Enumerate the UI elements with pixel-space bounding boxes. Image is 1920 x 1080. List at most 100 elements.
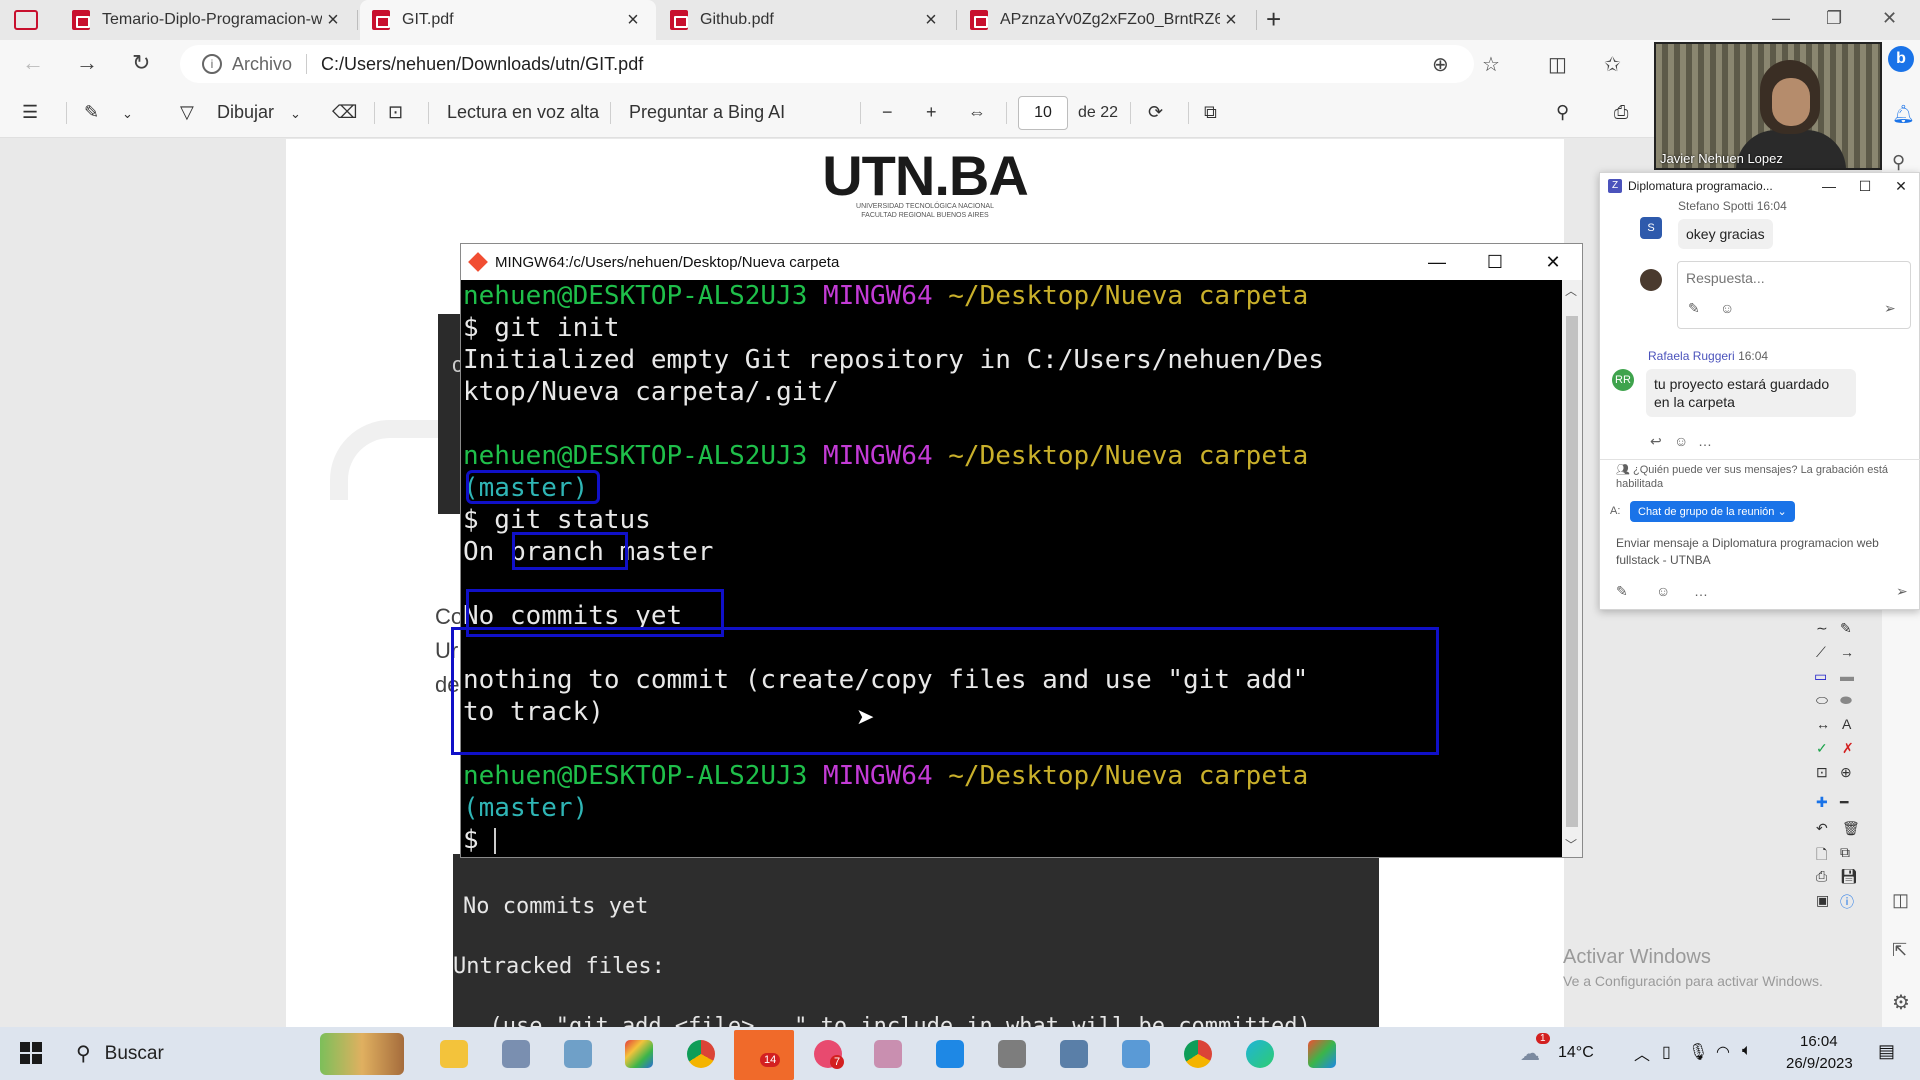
zoom-icon[interactable]: ⊕ bbox=[1432, 52, 1449, 77]
crop-icon[interactable]: ⊡ bbox=[1816, 764, 1828, 781]
check-icon[interactable]: ✓ bbox=[1816, 740, 1828, 757]
wifi-icon[interactable]: ◠ bbox=[1716, 1042, 1730, 1062]
input-line[interactable]: $ bbox=[463, 824, 1562, 856]
rectangle-tool-icon[interactable]: ▭ bbox=[1814, 668, 1827, 685]
chat-titlebar[interactable]: Z Diplomatura programacio... — ☐ ✕ bbox=[1600, 173, 1919, 199]
draw-icon[interactable]: ▽ bbox=[180, 102, 194, 123]
copy-icon[interactable]: ⧉ bbox=[1840, 844, 1850, 861]
search-icon[interactable]: ⚲ bbox=[1892, 152, 1905, 173]
text-box-icon[interactable]: ⊡ bbox=[388, 102, 403, 123]
more-icon[interactable]: … bbox=[1698, 433, 1712, 449]
chrome-icon[interactable] bbox=[687, 1040, 715, 1068]
tab-temario[interactable]: Temario-Diplo-Programacion-we × bbox=[60, 0, 356, 40]
browser-menu-icon[interactable] bbox=[14, 10, 38, 30]
start-button[interactable] bbox=[20, 1042, 42, 1064]
read-aloud-button[interactable]: Lectura en voz alta bbox=[447, 102, 599, 123]
favorites-icon[interactable]: ✩ bbox=[1604, 52, 1621, 77]
undo-icon[interactable]: ↶ bbox=[1816, 820, 1828, 837]
tab-git-pdf[interactable]: GIT.pdf × bbox=[360, 0, 656, 40]
forward-icon[interactable]: → bbox=[76, 50, 98, 76]
minus-icon[interactable]: ━ bbox=[1840, 794, 1848, 811]
file-explorer-icon[interactable] bbox=[440, 1040, 468, 1068]
text-tool-icon[interactable]: A bbox=[1842, 716, 1851, 732]
split-screen-icon[interactable]: ◫ bbox=[1548, 52, 1567, 77]
curve-tool-icon[interactable]: ∼ bbox=[1816, 620, 1828, 637]
vscode-icon[interactable] bbox=[936, 1040, 964, 1068]
format-icon[interactable]: ✎ bbox=[1688, 300, 1700, 317]
scroll-up-icon[interactable]: ︿ bbox=[1565, 282, 1577, 299]
emoji-icon[interactable]: ☺ bbox=[1720, 300, 1734, 316]
fit-width-icon[interactable]: ⇔ bbox=[968, 102, 986, 123]
ellipse-tool-icon[interactable]: ⬭ bbox=[1816, 692, 1828, 709]
reply-icon[interactable]: ↩ bbox=[1650, 433, 1662, 450]
minimize-icon[interactable]: — bbox=[1811, 178, 1847, 194]
print-icon[interactable]: ⎙ bbox=[1614, 102, 1628, 123]
device-icon[interactable]: ▯ bbox=[1662, 1042, 1671, 1062]
weather-icon[interactable]: ☁ bbox=[1520, 1041, 1540, 1066]
bing-icon[interactable]: b bbox=[1888, 46, 1914, 72]
emoji-icon[interactable]: ☺ bbox=[1656, 583, 1670, 599]
format-icon[interactable]: ✎ bbox=[1616, 583, 1628, 600]
search-icon[interactable]: ⚲ bbox=[1556, 102, 1569, 123]
terminal-titlebar[interactable]: MINGW64:/c/Users/nehuen/Desktop/Nueva ca… bbox=[461, 244, 1582, 280]
app-icon[interactable] bbox=[564, 1040, 592, 1068]
filled-rectangle-icon[interactable]: ▬ bbox=[1840, 668, 1854, 684]
info-icon[interactable]: ⓘ bbox=[1840, 892, 1854, 912]
camera-icon[interactable] bbox=[998, 1040, 1026, 1068]
rotate-icon[interactable]: ⟳ bbox=[1148, 102, 1163, 123]
back-icon[interactable]: ← bbox=[22, 50, 44, 76]
chevron-up-icon[interactable]: ︿ bbox=[1634, 1041, 1650, 1065]
git-icon[interactable] bbox=[1308, 1040, 1336, 1068]
react-icon[interactable]: ☺ bbox=[1674, 433, 1688, 449]
microphone-icon[interactable]: 🎙︎ bbox=[1688, 1042, 1708, 1062]
tab-apznza[interactable]: APznzaYv0Zg2xFZo0_BrntRZ6_g × bbox=[958, 0, 1254, 40]
plus-icon[interactable]: ✚ bbox=[1816, 794, 1828, 811]
tab-github-pdf[interactable]: Github.pdf × bbox=[658, 0, 954, 40]
video-tile[interactable]: Javier Nehuen Lopez bbox=[1654, 42, 1882, 170]
send-icon[interactable]: ➢ bbox=[1896, 583, 1908, 600]
image-icon[interactable]: ▣ bbox=[1816, 892, 1829, 909]
search-highlight-image[interactable] bbox=[320, 1033, 404, 1075]
chevron-down-icon[interactable]: ⌄ bbox=[122, 106, 133, 122]
url-text[interactable]: C:/Users/nehuen/Downloads/utn/GIT.pdf bbox=[321, 54, 643, 75]
temperature[interactable]: 14°C bbox=[1558, 1044, 1594, 1062]
line-tool-icon[interactable]: ⟋ bbox=[1816, 644, 1826, 661]
scroll-down-icon[interactable]: ﹀ bbox=[1565, 836, 1577, 853]
split-view-icon[interactable]: ◫ bbox=[1892, 890, 1909, 911]
calculator-icon[interactable] bbox=[1060, 1040, 1088, 1068]
url-field[interactable]: i Archivo C:/Users/nehuen/Downloads/utn/… bbox=[180, 45, 1474, 83]
zoom-out-icon[interactable]: − bbox=[882, 102, 893, 123]
info-icon[interactable]: i bbox=[202, 54, 222, 74]
close-window-icon[interactable]: ✕ bbox=[1882, 8, 1897, 29]
double-arrow-icon[interactable]: ↔ bbox=[1816, 716, 1830, 732]
close-icon[interactable]: ✕ bbox=[1524, 252, 1582, 273]
close-icon[interactable]: ✕ bbox=[1883, 178, 1919, 195]
edge-icon[interactable] bbox=[1246, 1040, 1274, 1068]
app-icon[interactable] bbox=[625, 1040, 653, 1068]
privacy-notice[interactable]: 👥︎ ¿Quién puede ver sus mensajes? La gra… bbox=[1616, 463, 1916, 491]
chrome-icon[interactable] bbox=[1184, 1040, 1212, 1068]
favorite-star-icon[interactable]: ☆ bbox=[1482, 52, 1500, 77]
notifications-icon[interactable]: ▤ bbox=[1878, 1041, 1895, 1062]
app-icon[interactable] bbox=[874, 1040, 902, 1068]
close-tab-icon[interactable]: × bbox=[920, 9, 942, 32]
chevron-down-icon[interactable]: ⌄ bbox=[290, 106, 301, 122]
volume-icon[interactable]: 🔈︎ bbox=[1742, 1042, 1752, 1060]
chat-window[interactable]: Z Diplomatura programacio... — ☐ ✕ Stefa… bbox=[1599, 172, 1920, 610]
maximize-icon[interactable]: ☐ bbox=[1466, 252, 1524, 273]
eraser-icon[interactable]: ⌫ bbox=[332, 102, 357, 123]
reload-icon[interactable]: ↻ bbox=[132, 50, 150, 76]
close-tab-icon[interactable]: × bbox=[622, 9, 644, 32]
maximize-icon[interactable]: ☐ bbox=[1847, 178, 1883, 195]
more-icon[interactable]: … bbox=[1694, 583, 1708, 599]
minimize-icon[interactable]: — bbox=[1408, 252, 1466, 273]
page-view-icon[interactable]: ⧉ bbox=[1204, 102, 1217, 123]
message-input[interactable]: Enviar mensaje a Diplomatura programacio… bbox=[1616, 535, 1906, 569]
page-icon[interactable]: 🗋 bbox=[1816, 844, 1827, 868]
terminal-scrollbar[interactable]: ︿ ﹀ bbox=[1562, 280, 1582, 857]
reply-input[interactable]: Respuesta... ✎ ☺ ➢ bbox=[1677, 261, 1911, 329]
highlight-icon[interactable]: ✎ bbox=[84, 102, 99, 123]
close-tab-icon[interactable]: × bbox=[1220, 9, 1242, 32]
draw-button[interactable]: Dibujar bbox=[217, 102, 274, 123]
cross-icon[interactable]: ✗ bbox=[1842, 740, 1854, 757]
